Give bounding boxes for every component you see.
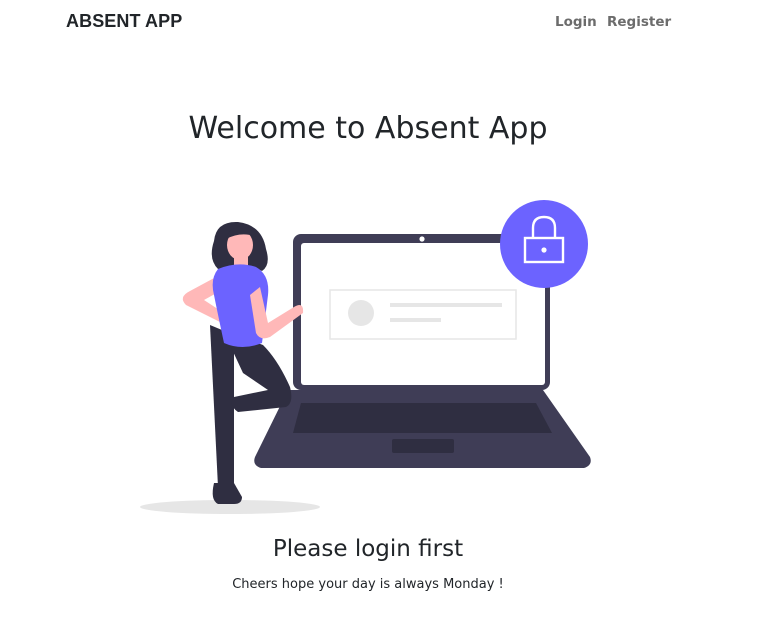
laptop-trackpad [392,439,454,453]
page-subtitle: Please login first [272,536,464,562]
screen-card-line-1 [390,303,502,307]
register-link[interactable]: Register [607,14,671,30]
login-link[interactable]: Login [555,14,597,30]
screen-card-line-2 [390,318,441,322]
brand-logo[interactable]: ABSENT APP [66,11,182,32]
screen-card-avatar [348,300,374,326]
login-illustration [140,200,591,514]
laptop-camera [419,236,425,242]
lock-icon [500,200,588,288]
page-title: Welcome to Absent App [188,111,548,146]
laptop-keyboard [293,403,552,433]
navbar: ABSENT APP Login Register [0,0,766,44]
tagline-text: Cheers hope your day is always Monday ! [232,577,504,592]
